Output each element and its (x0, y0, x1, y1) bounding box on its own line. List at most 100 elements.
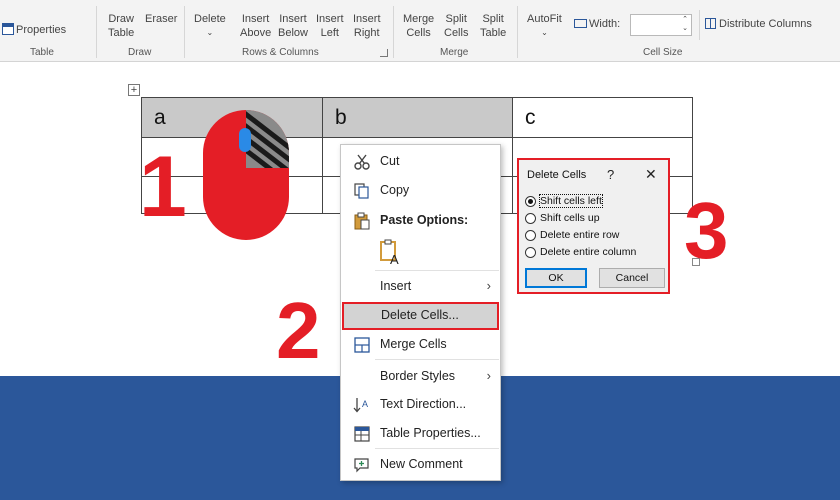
insert-right-label-2: Right (353, 27, 380, 39)
chevron-down-icon: ⌄ (206, 28, 214, 37)
insert-above-label-2: Above (240, 27, 272, 39)
eraser-button[interactable]: Eraser (145, 12, 177, 26)
split-cells-button[interactable]: Split Cells (444, 12, 468, 40)
new-comment-icon (354, 458, 369, 473)
menu-item-merge-cells[interactable]: Merge Cells (341, 331, 500, 359)
insert-below-label-1: Insert (279, 13, 307, 25)
scissors-icon (354, 154, 370, 170)
ribbon-divider (699, 10, 700, 40)
step-number-1: 1 (139, 139, 187, 235)
spin-down-icon[interactable]: ⌄ (682, 25, 688, 33)
option-label: Delete entire row (540, 229, 620, 241)
split-table-label-2: Table (480, 27, 507, 39)
width-label-text: Width: (589, 18, 621, 30)
menu-item-cut[interactable]: Cut (341, 148, 500, 176)
radio-button[interactable] (525, 213, 536, 224)
menu-item-text-direction[interactable]: A Text Direction... (341, 391, 500, 419)
group-merge-label: Merge (440, 47, 469, 58)
eraser-label: Eraser (145, 13, 178, 25)
delete-label: Delete (194, 13, 226, 25)
menu-separator (375, 448, 499, 449)
menu-item-border-styles[interactable]: Border Styles › (341, 363, 500, 391)
table-cell[interactable]: c (512, 97, 693, 138)
menu-separator (375, 359, 499, 360)
menu-item-label: Delete Cells... (381, 308, 459, 322)
radio-button[interactable] (525, 230, 536, 241)
insert-below-button[interactable]: Insert Below (278, 12, 308, 40)
table-properties-icon (354, 426, 370, 442)
ribbon-divider (517, 6, 518, 58)
chevron-right-icon: › (486, 368, 491, 383)
radio-button[interactable] (525, 196, 536, 207)
right-click-mouse-icon (203, 110, 289, 240)
insert-left-label-2: Left (320, 27, 339, 39)
dialog-title: Delete Cells (527, 169, 587, 181)
distribute-columns-button[interactable]: Distribute Columns (705, 18, 812, 31)
column-width-icon (574, 19, 587, 28)
help-icon[interactable]: ? (607, 167, 614, 182)
rows-columns-launcher-icon[interactable] (380, 49, 388, 57)
width-input[interactable]: ⌃ ⌄ (630, 14, 692, 36)
properties-icon (2, 23, 14, 35)
radio-button[interactable] (525, 247, 536, 258)
ribbon-divider (393, 6, 394, 58)
spin-up-icon[interactable]: ⌃ (682, 16, 688, 24)
split-table-button[interactable]: Split Table (480, 12, 506, 40)
ribbon-divider (96, 6, 97, 58)
split-cells-label-2: Cells (444, 27, 469, 39)
menu-item-delete-cells[interactable]: Delete Cells... (342, 302, 499, 330)
insert-above-button[interactable]: Insert Above (240, 12, 271, 40)
group-draw-label: Draw (128, 47, 152, 58)
menu-item-insert[interactable]: Insert › (341, 273, 500, 301)
cancel-button[interactable]: Cancel (599, 268, 665, 288)
merge-cells-button[interactable]: Merge Cells (403, 12, 434, 40)
split-cells-label-1: Split (445, 13, 467, 25)
ribbon-toolbar: Properties Table Draw Table Eraser Draw … (0, 0, 840, 62)
ok-button[interactable]: OK (525, 268, 587, 288)
chevron-right-icon: › (486, 278, 491, 293)
table-move-handle-icon[interactable]: + (128, 84, 140, 96)
insert-left-button[interactable]: Insert Left (316, 12, 344, 40)
group-cell-size-label: Cell Size (643, 47, 683, 58)
text-direction-icon: A (353, 398, 368, 413)
menu-item-paste-options: Paste Options: (341, 207, 500, 235)
step-number-3: 3 (684, 186, 729, 275)
paste-icon (354, 212, 370, 230)
distribute-columns-icon (705, 18, 716, 29)
option-label: Shift cells left (539, 194, 603, 208)
properties-button[interactable]: Properties (2, 23, 66, 37)
split-table-label-1: Split (482, 13, 504, 25)
option-label: Shift cells up (540, 212, 600, 224)
menu-item-table-properties[interactable]: Table Properties... (341, 420, 500, 448)
menu-item-label: Border Styles (380, 369, 456, 383)
merge-cells-label-1: Merge (403, 13, 435, 25)
menu-item-label: New Comment (380, 457, 463, 471)
menu-item-label: Cut (380, 154, 400, 168)
step-number-2: 2 (276, 286, 321, 375)
paste-keep-text-only-icon[interactable]: A (379, 239, 403, 265)
chevron-down-icon: ⌄ (541, 28, 548, 37)
menu-item-label: Copy (380, 183, 410, 197)
autofit-button[interactable]: AutoFit ⌄ (527, 12, 562, 40)
insert-right-button[interactable]: Insert Right (353, 12, 381, 40)
properties-label: Properties (16, 24, 67, 36)
menu-item-new-comment[interactable]: New Comment (341, 451, 500, 479)
menu-item-copy[interactable]: Copy (341, 177, 500, 205)
delete-button[interactable]: Delete ⌄ (194, 12, 226, 40)
svg-text:A: A (362, 399, 368, 409)
draw-table-button[interactable]: Draw Table (108, 12, 134, 40)
table-cell[interactable]: b (322, 97, 513, 138)
close-icon[interactable]: ✕ (645, 166, 657, 183)
merge-cells-icon (354, 337, 370, 353)
copy-icon (354, 183, 369, 199)
draw-table-label-2: Table (108, 27, 135, 39)
menu-item-label: Text Direction... (380, 397, 467, 411)
insert-left-label-1: Insert (316, 13, 344, 25)
merge-cells-label-2: Cells (406, 27, 431, 39)
option-label: Delete entire column (540, 246, 637, 258)
insert-right-label-1: Insert (353, 13, 381, 25)
autofit-label: AutoFit (527, 13, 562, 25)
menu-separator (375, 270, 499, 271)
distribute-columns-label: Distribute Columns (719, 18, 812, 30)
insert-above-label-1: Insert (241, 13, 270, 25)
